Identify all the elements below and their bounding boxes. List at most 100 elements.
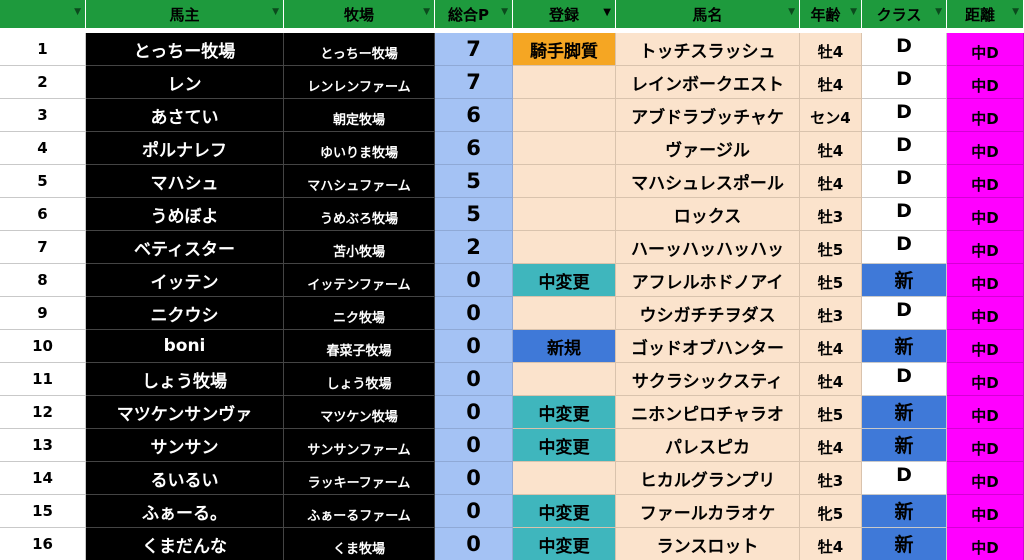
farm-cell[interactable]: マツケン牧場 (284, 396, 435, 429)
horse-name-cell[interactable]: ハーッハッハッハッ (616, 231, 800, 264)
class-cell[interactable]: 新 (862, 528, 947, 560)
owner-cell[interactable]: うめぼよ (86, 198, 284, 231)
horse-name-cell[interactable]: ウシガチチヲダス (616, 297, 800, 330)
row-number-cell[interactable]: 16 (0, 528, 86, 560)
points-cell[interactable]: 0 (435, 363, 513, 396)
points-cell[interactable]: 0 (435, 495, 513, 528)
points-cell[interactable]: 5 (435, 165, 513, 198)
class-cell[interactable]: D (862, 198, 947, 231)
horse-name-cell[interactable]: サクラシックスティ (616, 363, 800, 396)
farm-cell[interactable]: 春菜子牧場 (284, 330, 435, 363)
header-horse[interactable]: 馬名 ▼ (616, 0, 800, 28)
farm-cell[interactable]: ふぁーるファーム (284, 495, 435, 528)
class-cell[interactable]: D (862, 165, 947, 198)
farm-cell[interactable]: しょう牧場 (284, 363, 435, 396)
age-cell[interactable]: 牡3 (800, 198, 862, 231)
owner-cell[interactable]: マハシュ (86, 165, 284, 198)
distance-cell[interactable]: 中D (947, 528, 1024, 560)
distance-cell[interactable]: 中D (947, 330, 1024, 363)
filter-dropdown-icon[interactable]: ▼ (850, 8, 857, 17)
row-number-cell[interactable]: 12 (0, 396, 86, 429)
owner-cell[interactable]: ベティスター (86, 231, 284, 264)
age-cell[interactable]: 牡4 (800, 363, 862, 396)
owner-cell[interactable]: マツケンサンヴァ (86, 396, 284, 429)
horse-name-cell[interactable]: ヴァージル (616, 132, 800, 165)
farm-cell[interactable]: うめぶろ牧場 (284, 198, 435, 231)
row-number-cell[interactable]: 4 (0, 132, 86, 165)
class-cell[interactable]: 新 (862, 495, 947, 528)
age-cell[interactable]: 牝5 (800, 495, 862, 528)
class-cell[interactable]: D (862, 99, 947, 132)
farm-cell[interactable]: ラッキーファーム (284, 462, 435, 495)
header-age[interactable]: 年齢 ▼ (800, 0, 862, 28)
horse-name-cell[interactable]: ヒカルグランプリ (616, 462, 800, 495)
distance-cell[interactable]: 中D (947, 495, 1024, 528)
horse-name-cell[interactable]: アブドラブッチャケ (616, 99, 800, 132)
distance-cell[interactable]: 中D (947, 165, 1024, 198)
registration-cell[interactable]: 中変更 (513, 495, 616, 528)
class-cell[interactable]: 新 (862, 396, 947, 429)
age-cell[interactable]: 牡3 (800, 297, 862, 330)
filter-dropdown-icon[interactable]: ▼ (935, 8, 942, 17)
owner-cell[interactable]: あさてい (86, 99, 284, 132)
age-cell[interactable]: 牡4 (800, 528, 862, 560)
row-number-cell[interactable]: 11 (0, 363, 86, 396)
owner-cell[interactable]: るいるい (86, 462, 284, 495)
row-number-cell[interactable]: 8 (0, 264, 86, 297)
age-cell[interactable]: 牡5 (800, 231, 862, 264)
farm-cell[interactable]: サンサンファーム (284, 429, 435, 462)
owner-cell[interactable]: くまだんな (86, 528, 284, 560)
points-cell[interactable]: 0 (435, 429, 513, 462)
farm-cell[interactable]: 苫小牧場 (284, 231, 435, 264)
points-cell[interactable]: 0 (435, 396, 513, 429)
farm-cell[interactable]: ニク牧場 (284, 297, 435, 330)
owner-cell[interactable]: ニクウシ (86, 297, 284, 330)
owner-cell[interactable]: しょう牧場 (86, 363, 284, 396)
header-distance[interactable]: 距離 ▼ (947, 0, 1024, 28)
header-registration[interactable]: 登録 ▼ (513, 0, 616, 28)
registration-cell[interactable]: 中変更 (513, 396, 616, 429)
age-cell[interactable]: 牡4 (800, 66, 862, 99)
points-cell[interactable]: 2 (435, 231, 513, 264)
filter-dropdown-icon[interactable]: ▼ (423, 8, 430, 17)
header-points[interactable]: 総合P ▼ (435, 0, 513, 28)
owner-cell[interactable]: サンサン (86, 429, 284, 462)
row-number-cell[interactable]: 3 (0, 99, 86, 132)
row-number-cell[interactable]: 2 (0, 66, 86, 99)
distance-cell[interactable]: 中D (947, 297, 1024, 330)
registration-cell[interactable] (513, 99, 616, 132)
filter-dropdown-icon[interactable]: ▼ (501, 8, 508, 17)
registration-cell[interactable] (513, 198, 616, 231)
header-farm[interactable]: 牧場 ▼ (284, 0, 435, 28)
row-number-cell[interactable]: 1 (0, 33, 86, 66)
filter-dropdown-icon[interactable]: ▼ (272, 8, 279, 17)
horse-name-cell[interactable]: ロックス (616, 198, 800, 231)
distance-cell[interactable]: 中D (947, 132, 1024, 165)
row-number-cell[interactable]: 7 (0, 231, 86, 264)
horse-name-cell[interactable]: レインボークエスト (616, 66, 800, 99)
row-number-cell[interactable]: 10 (0, 330, 86, 363)
farm-cell[interactable]: レンレンファーム (284, 66, 435, 99)
owner-cell[interactable]: ふぁーる。 (86, 495, 284, 528)
age-cell[interactable]: セン4 (800, 99, 862, 132)
age-cell[interactable]: 牡4 (800, 330, 862, 363)
registration-cell[interactable]: 新規 (513, 330, 616, 363)
horse-name-cell[interactable]: マハシュレスポール (616, 165, 800, 198)
registration-cell[interactable]: 中変更 (513, 528, 616, 560)
class-cell[interactable]: D (862, 297, 947, 330)
filter-dropdown-icon[interactable]: ▼ (1012, 8, 1019, 17)
age-cell[interactable]: 牡4 (800, 165, 862, 198)
farm-cell[interactable]: マハシュファーム (284, 165, 435, 198)
distance-cell[interactable]: 中D (947, 264, 1024, 297)
header-number[interactable]: ▼ (0, 0, 86, 28)
registration-cell[interactable] (513, 132, 616, 165)
horse-name-cell[interactable]: トッチスラッシュ (616, 33, 800, 66)
points-cell[interactable]: 0 (435, 264, 513, 297)
horse-name-cell[interactable]: パレスピカ (616, 429, 800, 462)
distance-cell[interactable]: 中D (947, 66, 1024, 99)
filter-active-icon[interactable]: ▼ (603, 8, 611, 18)
class-cell[interactable]: D (862, 363, 947, 396)
farm-cell[interactable]: とっちー牧場 (284, 33, 435, 66)
age-cell[interactable]: 牡3 (800, 462, 862, 495)
filter-dropdown-icon[interactable]: ▼ (788, 8, 795, 17)
